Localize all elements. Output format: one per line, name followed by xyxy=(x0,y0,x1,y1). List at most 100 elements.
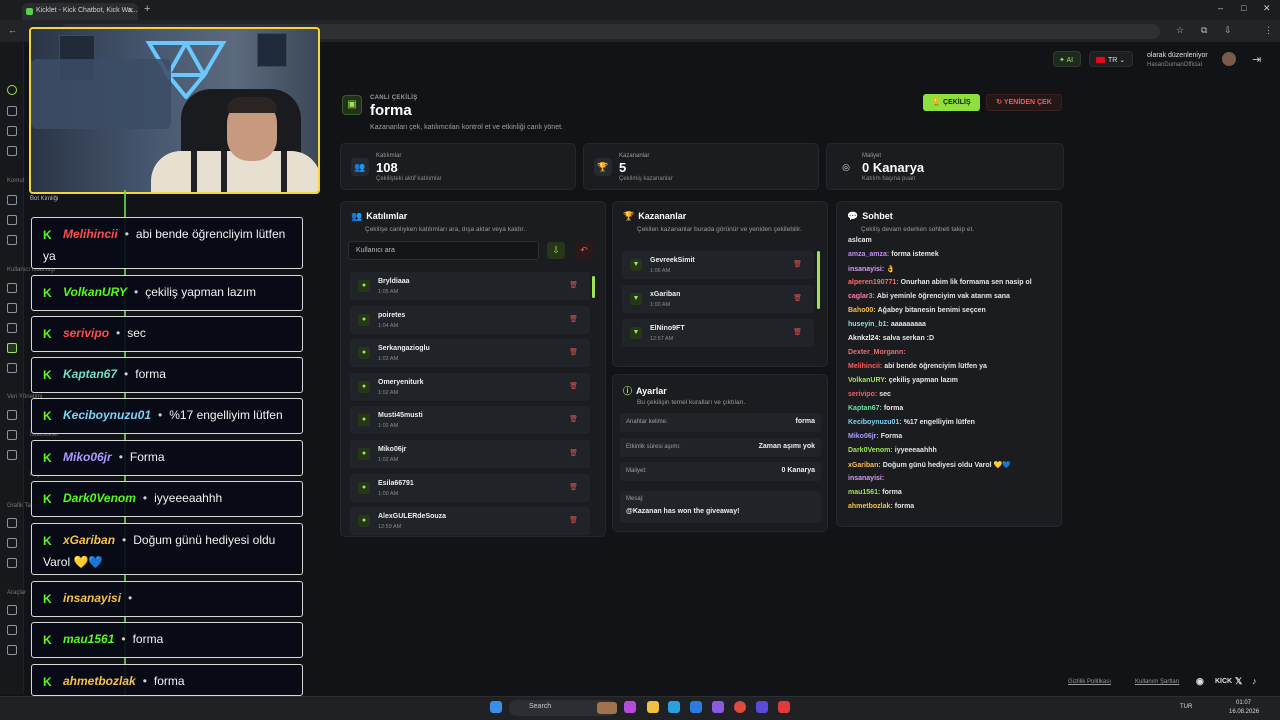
chat-username[interactable]: Baho00: xyxy=(848,307,876,314)
chat-username[interactable]: insanayisi: xyxy=(848,475,884,482)
list-icon[interactable] xyxy=(7,235,17,245)
chat-message: caglar3: Abi yeminle öğrenciyim vak atarı… xyxy=(848,293,1010,300)
settings-icon[interactable] xyxy=(7,645,17,655)
trash-icon[interactable]: 🗑 xyxy=(569,281,578,289)
tiktok-icon[interactable]: ♪ xyxy=(1252,676,1257,686)
export-button[interactable]: ⇩ xyxy=(547,242,565,259)
ai-button[interactable]: ✦ AI xyxy=(1053,51,1081,67)
maximize-button[interactable]: □ xyxy=(1241,3,1246,13)
dashboard-icon[interactable] xyxy=(7,106,17,116)
participant-row: ● Bryldiaaa 1:05 AM 🗑 xyxy=(350,272,590,300)
variable-icon[interactable] xyxy=(7,410,17,420)
document-icon[interactable] xyxy=(7,126,17,136)
folder-icon[interactable] xyxy=(647,701,659,713)
trash-icon[interactable]: 🗑 xyxy=(569,315,578,323)
kick-icon[interactable]: KICK xyxy=(1215,678,1232,685)
trash-icon[interactable]: 🗑 xyxy=(569,382,578,390)
chart-icon[interactable] xyxy=(7,430,17,440)
chat-username[interactable]: Dark0Venom: xyxy=(848,447,893,454)
search-input[interactable]: Kullanıcı ara xyxy=(348,241,539,260)
shield-icon[interactable] xyxy=(7,283,17,293)
draw-button[interactable]: 🏆 ÇEKİLİŞ xyxy=(923,94,980,111)
draw-button-label: ÇEKİLİŞ xyxy=(943,99,971,106)
discord-app-icon[interactable] xyxy=(712,701,724,713)
chat-username[interactable]: ahmetbozlak: xyxy=(848,503,893,510)
chat-username[interactable]: caglar3: xyxy=(848,293,875,300)
app-icon[interactable] xyxy=(778,701,790,713)
app-icon[interactable] xyxy=(756,701,768,713)
trash-icon[interactable]: 🗑 xyxy=(793,260,802,268)
download-icon[interactable]: ⇩ xyxy=(1224,25,1232,36)
chat-username[interactable]: Keciboynuzu01: xyxy=(848,419,902,426)
layout-icon[interactable] xyxy=(7,538,17,548)
app-icon[interactable] xyxy=(624,701,636,713)
archive-icon[interactable] xyxy=(7,363,17,373)
new-tab-button[interactable]: + xyxy=(144,3,150,15)
windows-start-icon[interactable] xyxy=(490,701,502,713)
chat-username[interactable]: serivipo: xyxy=(848,391,877,398)
music-icon[interactable] xyxy=(7,303,17,313)
browser-menu-icon[interactable]: ⋮ xyxy=(1264,25,1273,36)
bookmark-star-icon[interactable]: ☆ xyxy=(1176,25,1184,36)
giveaway-icon[interactable] xyxy=(7,343,17,353)
video-icon[interactable] xyxy=(7,518,17,528)
sidebar-item-bot-identity[interactable]: Bot Kimliği xyxy=(30,196,58,202)
chrome-icon[interactable] xyxy=(734,701,746,713)
x-icon[interactable]: 𝕏 xyxy=(1235,676,1242,687)
store-icon[interactable] xyxy=(690,701,702,713)
trash-icon[interactable]: 🗑 xyxy=(569,483,578,491)
users-icon[interactable] xyxy=(7,146,17,156)
terms-link[interactable]: Kullanım Şartları xyxy=(1135,679,1179,685)
reset-button[interactable]: ↶ xyxy=(575,242,593,259)
logout-icon[interactable]: ⇥ xyxy=(1252,53,1261,66)
trash-icon[interactable]: 🗑 xyxy=(569,516,578,524)
file-icon[interactable] xyxy=(7,450,17,460)
calendar-icon[interactable] xyxy=(7,605,17,615)
back-arrow-icon[interactable]: ← xyxy=(8,25,17,35)
close-window-button[interactable]: ✕ xyxy=(1263,3,1271,14)
info-icon: ⓘ xyxy=(623,386,633,396)
smile-icon[interactable] xyxy=(7,558,17,568)
trash-icon[interactable]: 🗑 xyxy=(793,294,802,302)
browser-tab[interactable]: Kicklet - Kick Chatbot, Kick Wa... ✕ xyxy=(22,3,138,20)
logo-icon xyxy=(7,85,17,95)
trash-icon[interactable]: 🗑 xyxy=(569,348,578,356)
chat-username[interactable]: Dexter_Morgann: xyxy=(848,349,906,356)
keyboard-language[interactable]: TUR xyxy=(1180,704,1192,710)
widget-icon[interactable] xyxy=(597,702,617,714)
privacy-link[interactable]: Gizlilik Politikası xyxy=(1068,679,1111,685)
winners-scrollbar[interactable] xyxy=(817,251,820,309)
overlay-username: VolkanURY xyxy=(63,285,128,299)
link-icon[interactable] xyxy=(7,625,17,635)
chat-username[interactable]: huseyin_b1: xyxy=(848,321,889,328)
language-select[interactable]: TR ⌄ xyxy=(1089,51,1133,67)
chat-message: serivipo: sec xyxy=(848,391,891,398)
chat-username[interactable]: VolkanURY: xyxy=(848,377,887,384)
redraw-button[interactable]: ↻ YENİDEN ÇEK xyxy=(986,94,1062,111)
chat-username[interactable]: Kaptan67: xyxy=(848,405,882,412)
sparkle-icon[interactable] xyxy=(7,323,17,333)
chat-username[interactable]: aslcam xyxy=(848,237,872,244)
minimize-button[interactable]: – xyxy=(1218,3,1223,13)
participants-scrollbar[interactable] xyxy=(592,276,595,298)
trash-icon[interactable]: 🗑 xyxy=(569,415,578,423)
trash-icon[interactable]: 🗑 xyxy=(569,449,578,457)
trash-icon[interactable]: 🗑 xyxy=(793,328,802,336)
avatar[interactable] xyxy=(1222,52,1236,66)
edge-icon[interactable] xyxy=(668,701,680,713)
bot-icon[interactable] xyxy=(7,195,17,205)
close-tab-icon[interactable]: ✕ xyxy=(127,6,134,15)
tool-icon[interactable] xyxy=(7,215,17,225)
chat-username[interactable]: Miko06jr: xyxy=(848,433,879,440)
chat-username[interactable]: amza_amza: xyxy=(848,251,889,258)
extensions-icon[interactable]: ⧉ xyxy=(1201,25,1207,36)
chat-username[interactable]: insanayisi: xyxy=(848,266,884,273)
clock-time[interactable]: 01:07 xyxy=(1236,700,1251,706)
chat-username[interactable]: Melihincii: xyxy=(848,363,882,370)
clock-date[interactable]: 16.08.2026 xyxy=(1229,709,1259,715)
chat-username[interactable]: mau1561: xyxy=(848,489,880,496)
chat-username[interactable]: Aknkzl24: xyxy=(848,335,881,342)
chat-username[interactable]: xGariban: xyxy=(848,462,881,469)
chat-username[interactable]: alperen190771: xyxy=(848,279,899,286)
discord-icon[interactable]: ◉ xyxy=(1196,676,1204,687)
